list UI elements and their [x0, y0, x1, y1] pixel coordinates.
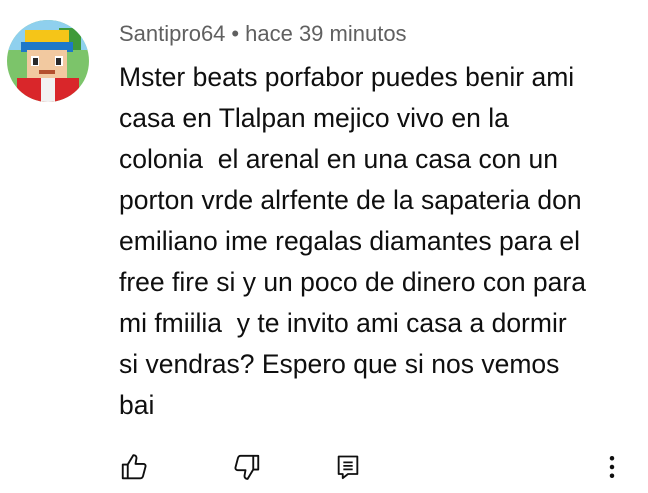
comment-text-line: colonia el arenal en una casa con un — [119, 144, 559, 174]
reply-icon — [337, 455, 359, 480]
comment-text-line: mi fmiilia y te invito ami casa a dormir — [119, 308, 567, 338]
avatar-image — [7, 20, 89, 102]
more-vertical-icon — [609, 456, 615, 478]
comment-header: Santipro64 • hace 39 minutos — [119, 20, 407, 48]
like-button[interactable] — [116, 449, 152, 485]
comment-card: Santipro64 • hace 39 minutos Mster beats p… — [0, 0, 648, 493]
reply-button[interactable] — [330, 449, 366, 485]
avatar[interactable] — [7, 20, 89, 102]
more-actions-button[interactable] — [594, 449, 630, 485]
comment-timestamp[interactable]: hace 39 minutos — [245, 21, 406, 46]
thumbs-up-icon — [121, 454, 147, 480]
comment-text-line: porton vrde alrfente de la sapateria don — [119, 185, 582, 215]
comment-text-line: free fire si y un poco de dinero con par… — [119, 267, 586, 297]
comment-text-line: si vendras? Espero que si nos vemos — [119, 349, 560, 379]
comment-text-line: bai — [119, 390, 155, 420]
author-name[interactable]: Santipro64 — [119, 21, 225, 46]
comment-text-line: Mster beats porfabor puedes benir ami — [119, 62, 575, 92]
meta-separator: • — [231, 21, 240, 46]
comment-text-line: casa en Tlalpan mejico vivo en la — [119, 103, 509, 133]
thumbs-down-icon — [234, 454, 260, 480]
dislike-button[interactable] — [229, 449, 265, 485]
comment-text-line: emiliano ime regalas diamantes para el — [119, 226, 581, 256]
comment-text: Mster beats porfabor puedes benir ami ca… — [119, 57, 639, 426]
